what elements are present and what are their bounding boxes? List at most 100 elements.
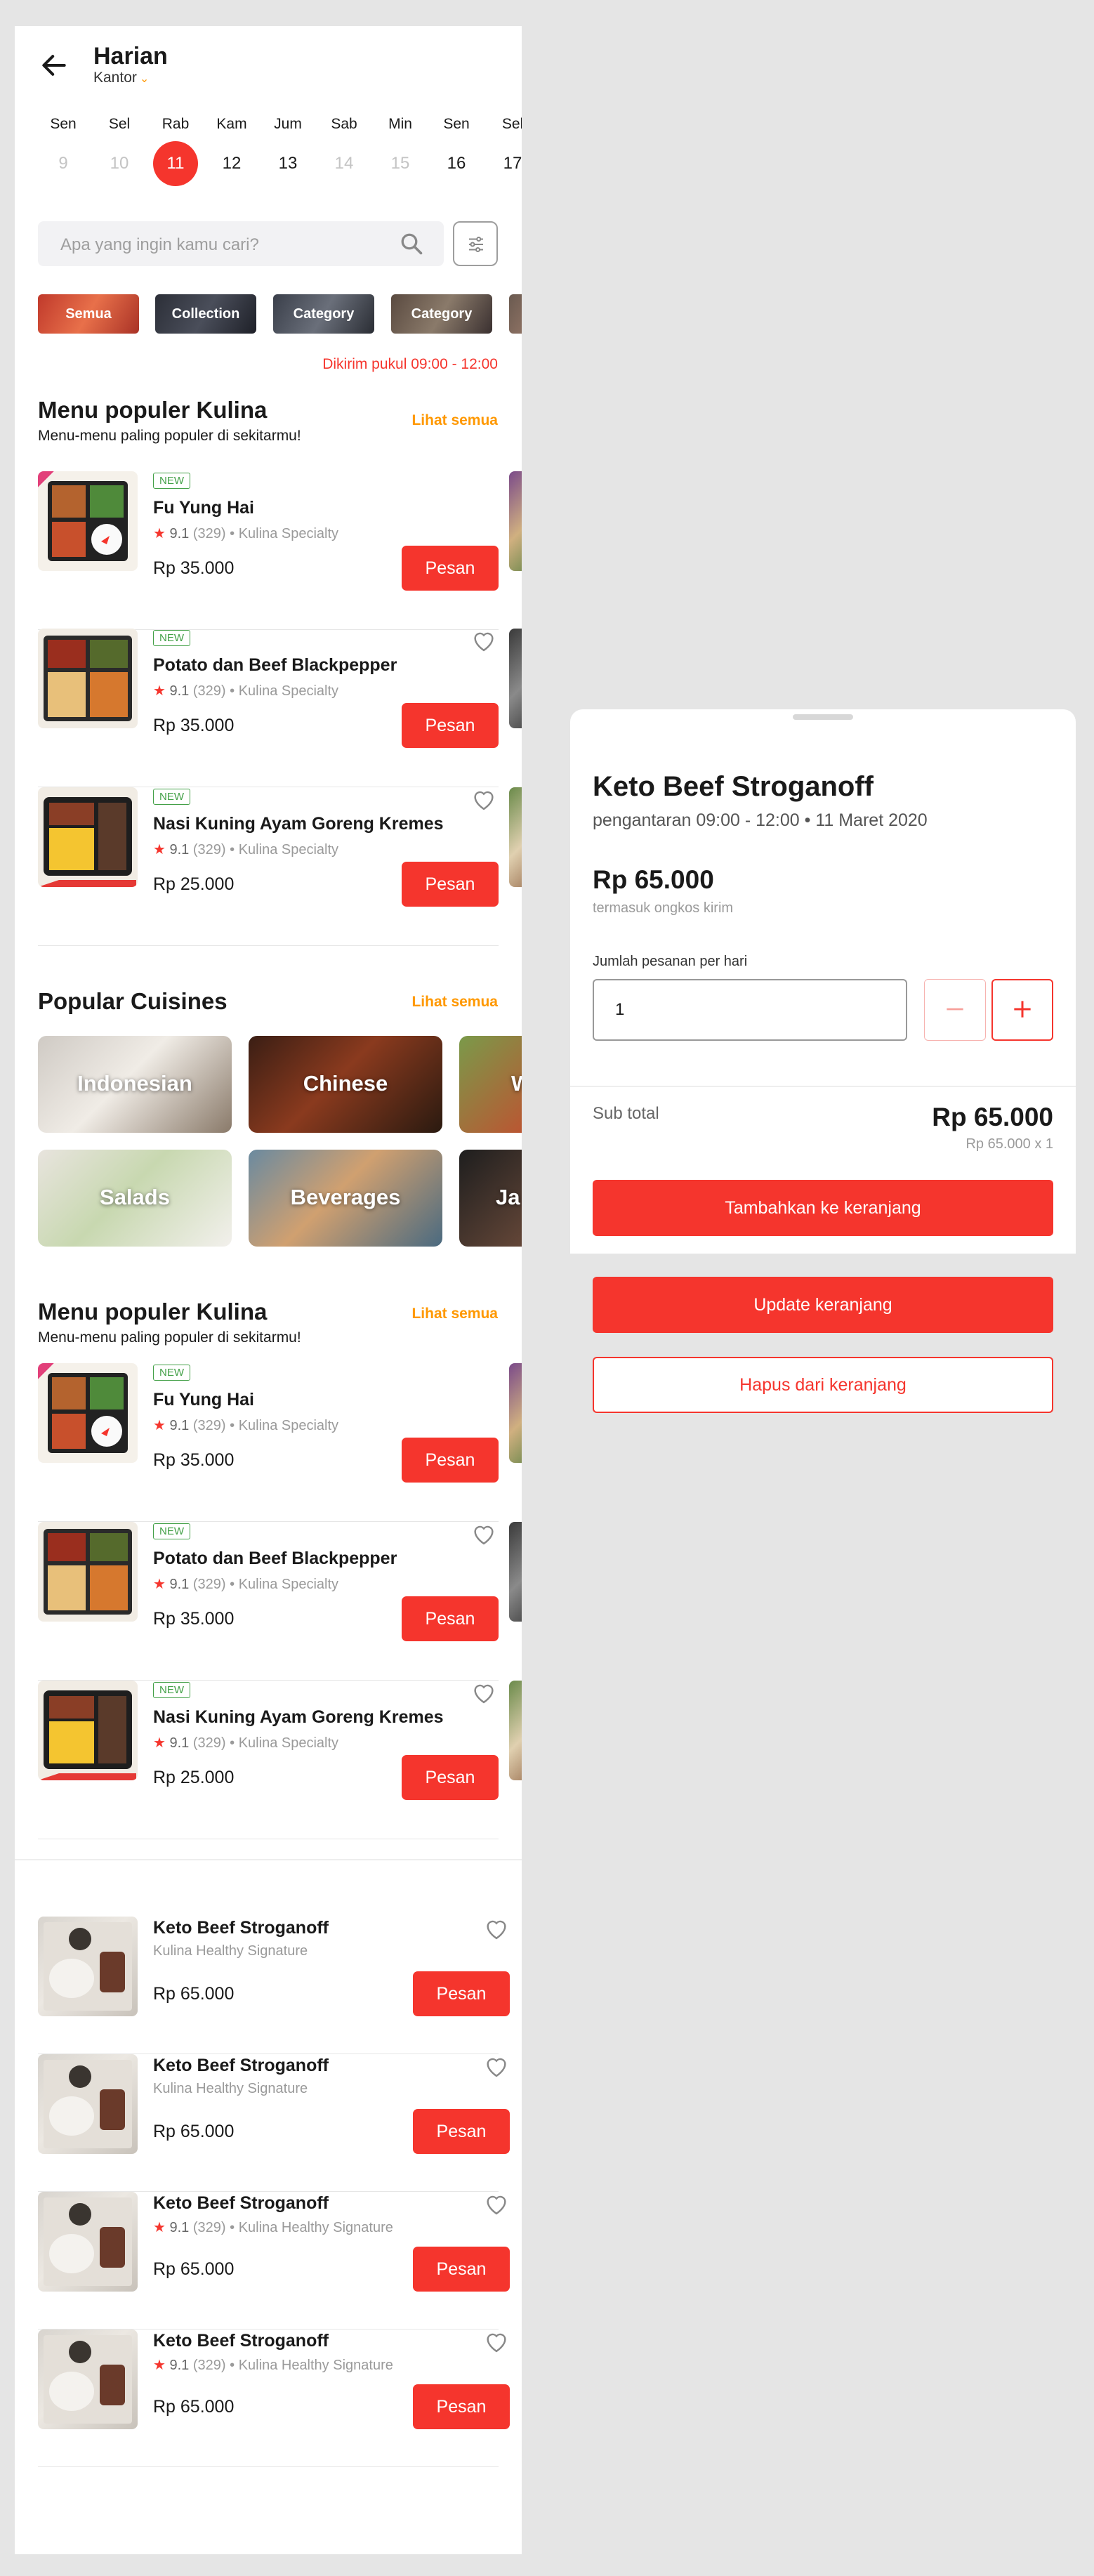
- heart-icon[interactable]: [470, 629, 497, 652]
- rating: ★ 9.1 (329) • Kulina Specialty: [153, 526, 339, 541]
- heart-icon[interactable]: [483, 2192, 510, 2216]
- food-image: [38, 1681, 138, 1780]
- menu-name: Fu Yung Hai: [153, 498, 254, 518]
- order-button[interactable]: Pesan: [402, 1438, 499, 1483]
- search-icon[interactable]: [399, 231, 424, 256]
- heart-icon[interactable]: [470, 1681, 497, 1704]
- menu-card[interactable]: NEW Nasi Kuning Ayam Goreng Kremes ★ 9.1…: [38, 787, 499, 946]
- menu-price: Rp 65.000: [153, 2259, 235, 2279]
- date-item-selected[interactable]: Rab 11: [151, 116, 200, 186]
- food-image: [38, 1363, 138, 1463]
- food-image: [38, 2054, 138, 2154]
- new-badge: NEW: [153, 473, 190, 489]
- see-all-link[interactable]: Lihat semua: [411, 1306, 498, 1322]
- date-item[interactable]: Sel 10: [95, 116, 144, 186]
- new-badge: NEW: [153, 1365, 190, 1381]
- date-item[interactable]: Min 15: [376, 116, 425, 186]
- sliders-icon: [469, 237, 483, 252]
- order-button[interactable]: Pesan: [413, 2384, 510, 2429]
- list-item[interactable]: Keto Beef Stroganoff ★ 9.1 (329) • Kulin…: [38, 2192, 510, 2329]
- sheet-price: Rp 65.000: [593, 865, 714, 894]
- list-item[interactable]: Keto Beef Stroganoff ★ 9.1 (329) • Kulin…: [38, 2329, 510, 2467]
- date-item[interactable]: Jum 13: [263, 116, 312, 186]
- order-button[interactable]: Pesan: [402, 1596, 499, 1641]
- location-selector[interactable]: Kantor ⌄: [93, 70, 149, 86]
- order-button[interactable]: Pesan: [413, 2247, 510, 2292]
- section-title: Popular Cuisines: [38, 988, 228, 1014]
- search-input[interactable]: Apa yang ingin kamu cari?: [38, 221, 444, 266]
- section-subtitle: Menu-menu paling populer di sekitarmu!: [38, 428, 301, 444]
- menu-card[interactable]: NEW Potato dan Beef Blackpepper ★ 9.1 (3…: [38, 629, 499, 787]
- menu-name: Keto Beef Stroganoff: [153, 2331, 329, 2351]
- rating: ★ 9.1 (329) • Kulina Specialty: [153, 842, 339, 857]
- sheet-handle[interactable]: [793, 714, 853, 720]
- chip-more[interactable]: [509, 294, 522, 334]
- section-title: Menu populer Kulina: [38, 397, 268, 423]
- chip-category[interactable]: Category: [391, 294, 492, 334]
- menu-name: Potato dan Beef Blackpepper: [153, 655, 397, 675]
- heart-icon[interactable]: [470, 1522, 497, 1546]
- star-icon: ★: [153, 2358, 166, 2373]
- date-item[interactable]: Sel 17: [488, 116, 522, 186]
- subtotal-value: Rp 65.000: [932, 1103, 1053, 1131]
- cuisine-card[interactable]: Indonesian: [38, 1036, 232, 1133]
- order-button[interactable]: Pesan: [413, 2109, 510, 2154]
- menu-name: Nasi Kuning Ayam Goreng Kremes: [153, 1707, 444, 1727]
- add-to-cart-sheet: Keto Beef Stroganoff pengantaran 09:00 -…: [570, 709, 1076, 1254]
- star-icon: ★: [153, 1418, 166, 1433]
- menu-brand: Kulina Healthy Signature: [153, 1943, 308, 1959]
- menu-card[interactable]: NEW Fu Yung Hai ★ 9.1 (329) • Kulina Spe…: [38, 1363, 499, 1522]
- see-all-link[interactable]: Lihat semua: [411, 994, 498, 1011]
- back-arrow-icon[interactable]: [39, 50, 70, 81]
- cuisine-card[interactable]: Beverages: [249, 1150, 442, 1247]
- chip-semua[interactable]: Semua: [38, 294, 139, 334]
- remove-from-cart-button[interactable]: Hapus dari keranjang: [593, 1357, 1053, 1413]
- minus-icon: [947, 1008, 963, 1010]
- heart-icon[interactable]: [483, 1917, 510, 1940]
- date-strip: Sen 9 Sel 10 Rab 11 Kam 12 Jum 13 Sab 14 Min 15…: [39, 116, 522, 186]
- filter-button[interactable]: [453, 221, 498, 266]
- heart-icon[interactable]: [483, 2054, 510, 2078]
- heart-icon[interactable]: [470, 787, 497, 811]
- order-button[interactable]: Pesan: [402, 862, 499, 907]
- cuisine-card[interactable]: Ja: [459, 1150, 522, 1247]
- date-item[interactable]: Sab 14: [319, 116, 369, 186]
- main-screen: Harian Kantor ⌄ Sen 9 Sel 10 Rab 11 Kam 12 Ju…: [15, 26, 522, 2554]
- list-item[interactable]: Keto Beef Stroganoff Kulina Healthy Sign…: [38, 1917, 510, 2054]
- order-button[interactable]: Pesan: [402, 1755, 499, 1800]
- cuisine-card[interactable]: W: [459, 1036, 522, 1133]
- menu-brand: Kulina Healthy Signature: [153, 2081, 308, 2096]
- cuisine-card[interactable]: Chinese: [249, 1036, 442, 1133]
- update-cart-button[interactable]: Update keranjang: [593, 1277, 1053, 1333]
- menu-name: Fu Yung Hai: [153, 1390, 254, 1409]
- quantity-field[interactable]: [593, 979, 907, 1041]
- menu-card[interactable]: NEW Nasi Kuning Ayam Goreng Kremes ★ 9.1…: [38, 1681, 499, 1839]
- order-button[interactable]: Pesan: [402, 546, 499, 591]
- order-button[interactable]: Pesan: [413, 1971, 510, 2016]
- date-item[interactable]: Kam 12: [207, 116, 256, 186]
- add-to-cart-button[interactable]: Tambahkan ke keranjang: [593, 1180, 1053, 1236]
- increment-button[interactable]: [991, 979, 1053, 1041]
- chip-category[interactable]: Category: [273, 294, 374, 334]
- date-item[interactable]: Sen 16: [432, 116, 481, 186]
- food-image: [38, 471, 138, 571]
- plus-icon: [1014, 1000, 1031, 1018]
- heart-icon[interactable]: [483, 2329, 510, 2353]
- see-all-link[interactable]: Lihat semua: [411, 412, 498, 429]
- menu-price: Rp 35.000: [153, 1450, 235, 1470]
- menu-card[interactable]: NEW Fu Yung Hai ★ 9.1 (329) • Kulina Spe…: [38, 471, 499, 630]
- cuisine-card[interactable]: Salads: [38, 1150, 232, 1247]
- star-icon: ★: [153, 1577, 166, 1592]
- header: Harian Kantor ⌄: [15, 26, 522, 105]
- star-icon: ★: [153, 2220, 166, 2235]
- decrement-button[interactable]: [924, 979, 986, 1041]
- order-button[interactable]: Pesan: [402, 703, 499, 748]
- chip-collection[interactable]: Collection: [155, 294, 256, 334]
- list-item[interactable]: Keto Beef Stroganoff Kulina Healthy Sign…: [38, 2054, 510, 2192]
- subtotal-detail: Rp 65.000 x 1: [966, 1136, 1053, 1152]
- date-item[interactable]: Sen 9: [39, 116, 88, 186]
- menu-price: Rp 35.000: [153, 716, 235, 735]
- menu-card[interactable]: NEW Potato dan Beef Blackpepper ★ 9.1 (3…: [38, 1522, 499, 1681]
- menu-price: Rp 25.000: [153, 874, 235, 894]
- page-title: Harian: [93, 43, 168, 70]
